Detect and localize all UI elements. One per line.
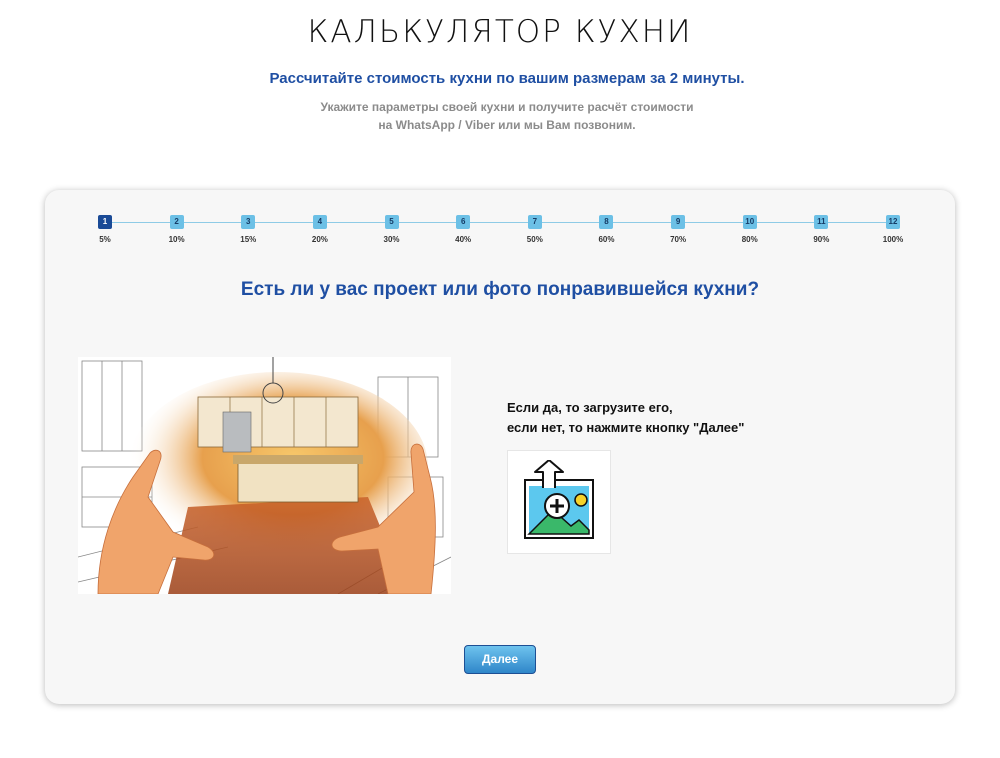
step-number: 4 <box>312 215 327 229</box>
progress-step: 3 15% <box>228 215 268 244</box>
step-percent: 50% <box>526 235 543 244</box>
kitchen-photo <box>78 357 451 594</box>
progress-step: 2 10% <box>157 215 197 244</box>
description-line: Укажите параметры своей кухни и получите… <box>320 100 694 114</box>
upload-button[interactable] <box>507 450 611 554</box>
upload-instruction: Если да, то загрузите его, если нет, то … <box>507 398 827 438</box>
progress-step: 11 90% <box>801 215 841 244</box>
step-percent: 40% <box>455 235 472 244</box>
step-percent: 15% <box>240 235 257 244</box>
step-percent: 60% <box>598 235 615 244</box>
step-percent: 20% <box>311 235 328 244</box>
instruction-line: Если да, то загрузите его, <box>507 400 673 415</box>
progress-step: 7 50% <box>515 215 555 244</box>
step-number: 8 <box>599 215 614 229</box>
step-number: 9 <box>671 215 686 229</box>
step-percent: 30% <box>383 235 400 244</box>
progress-step: 6 40% <box>443 215 483 244</box>
step-number: 5 <box>384 215 399 229</box>
progress-step: 12 100% <box>873 215 913 244</box>
instruction-line: если нет, то нажмите кнопку "Далее" <box>507 420 745 435</box>
description-line: на WhatsApp / Viber или мы Вам позвоним. <box>378 118 636 132</box>
progress-track <box>105 222 893 223</box>
next-button[interactable]: Далее <box>464 645 536 674</box>
progress-step: 4 20% <box>300 215 340 244</box>
step-number: 3 <box>241 215 256 229</box>
step-percent: 80% <box>741 235 758 244</box>
page-description: Укажите параметры своей кухни и получите… <box>0 98 1000 134</box>
step-number: 11 <box>814 215 829 229</box>
step-number: 10 <box>742 215 757 229</box>
page-title: КАЛЬКУЛЯТОР КУХНИ <box>307 14 693 50</box>
step-percent: 5% <box>99 235 111 244</box>
progress-step: 1 5% <box>85 215 125 244</box>
step-percent: 90% <box>813 235 830 244</box>
step-number: 12 <box>886 215 900 229</box>
progress-step: 8 60% <box>586 215 626 244</box>
progress-step: 9 70% <box>658 215 698 244</box>
progress-step: 10 80% <box>730 215 770 244</box>
step-number: 6 <box>456 215 471 229</box>
step-percent: 100% <box>882 235 904 244</box>
step-number: 2 <box>169 215 184 229</box>
calculator-card: 1 5% 2 10% 3 15% 4 20% 5 30% 6 40% 7 50% 8 60% 9 70% 10 80%… <box>45 190 955 704</box>
page-subtitle: Рассчитайте стоимость кухни по вашим раз… <box>269 70 745 87</box>
step-number: 1 <box>98 215 112 229</box>
step-percent: 70% <box>670 235 687 244</box>
step-percent: 10% <box>168 235 185 244</box>
image-upload-icon <box>524 460 594 539</box>
question-title: Есть ли у вас проект или фото понравивше… <box>240 279 760 300</box>
progress-step: 5 30% <box>372 215 412 244</box>
step-number: 7 <box>527 215 542 229</box>
